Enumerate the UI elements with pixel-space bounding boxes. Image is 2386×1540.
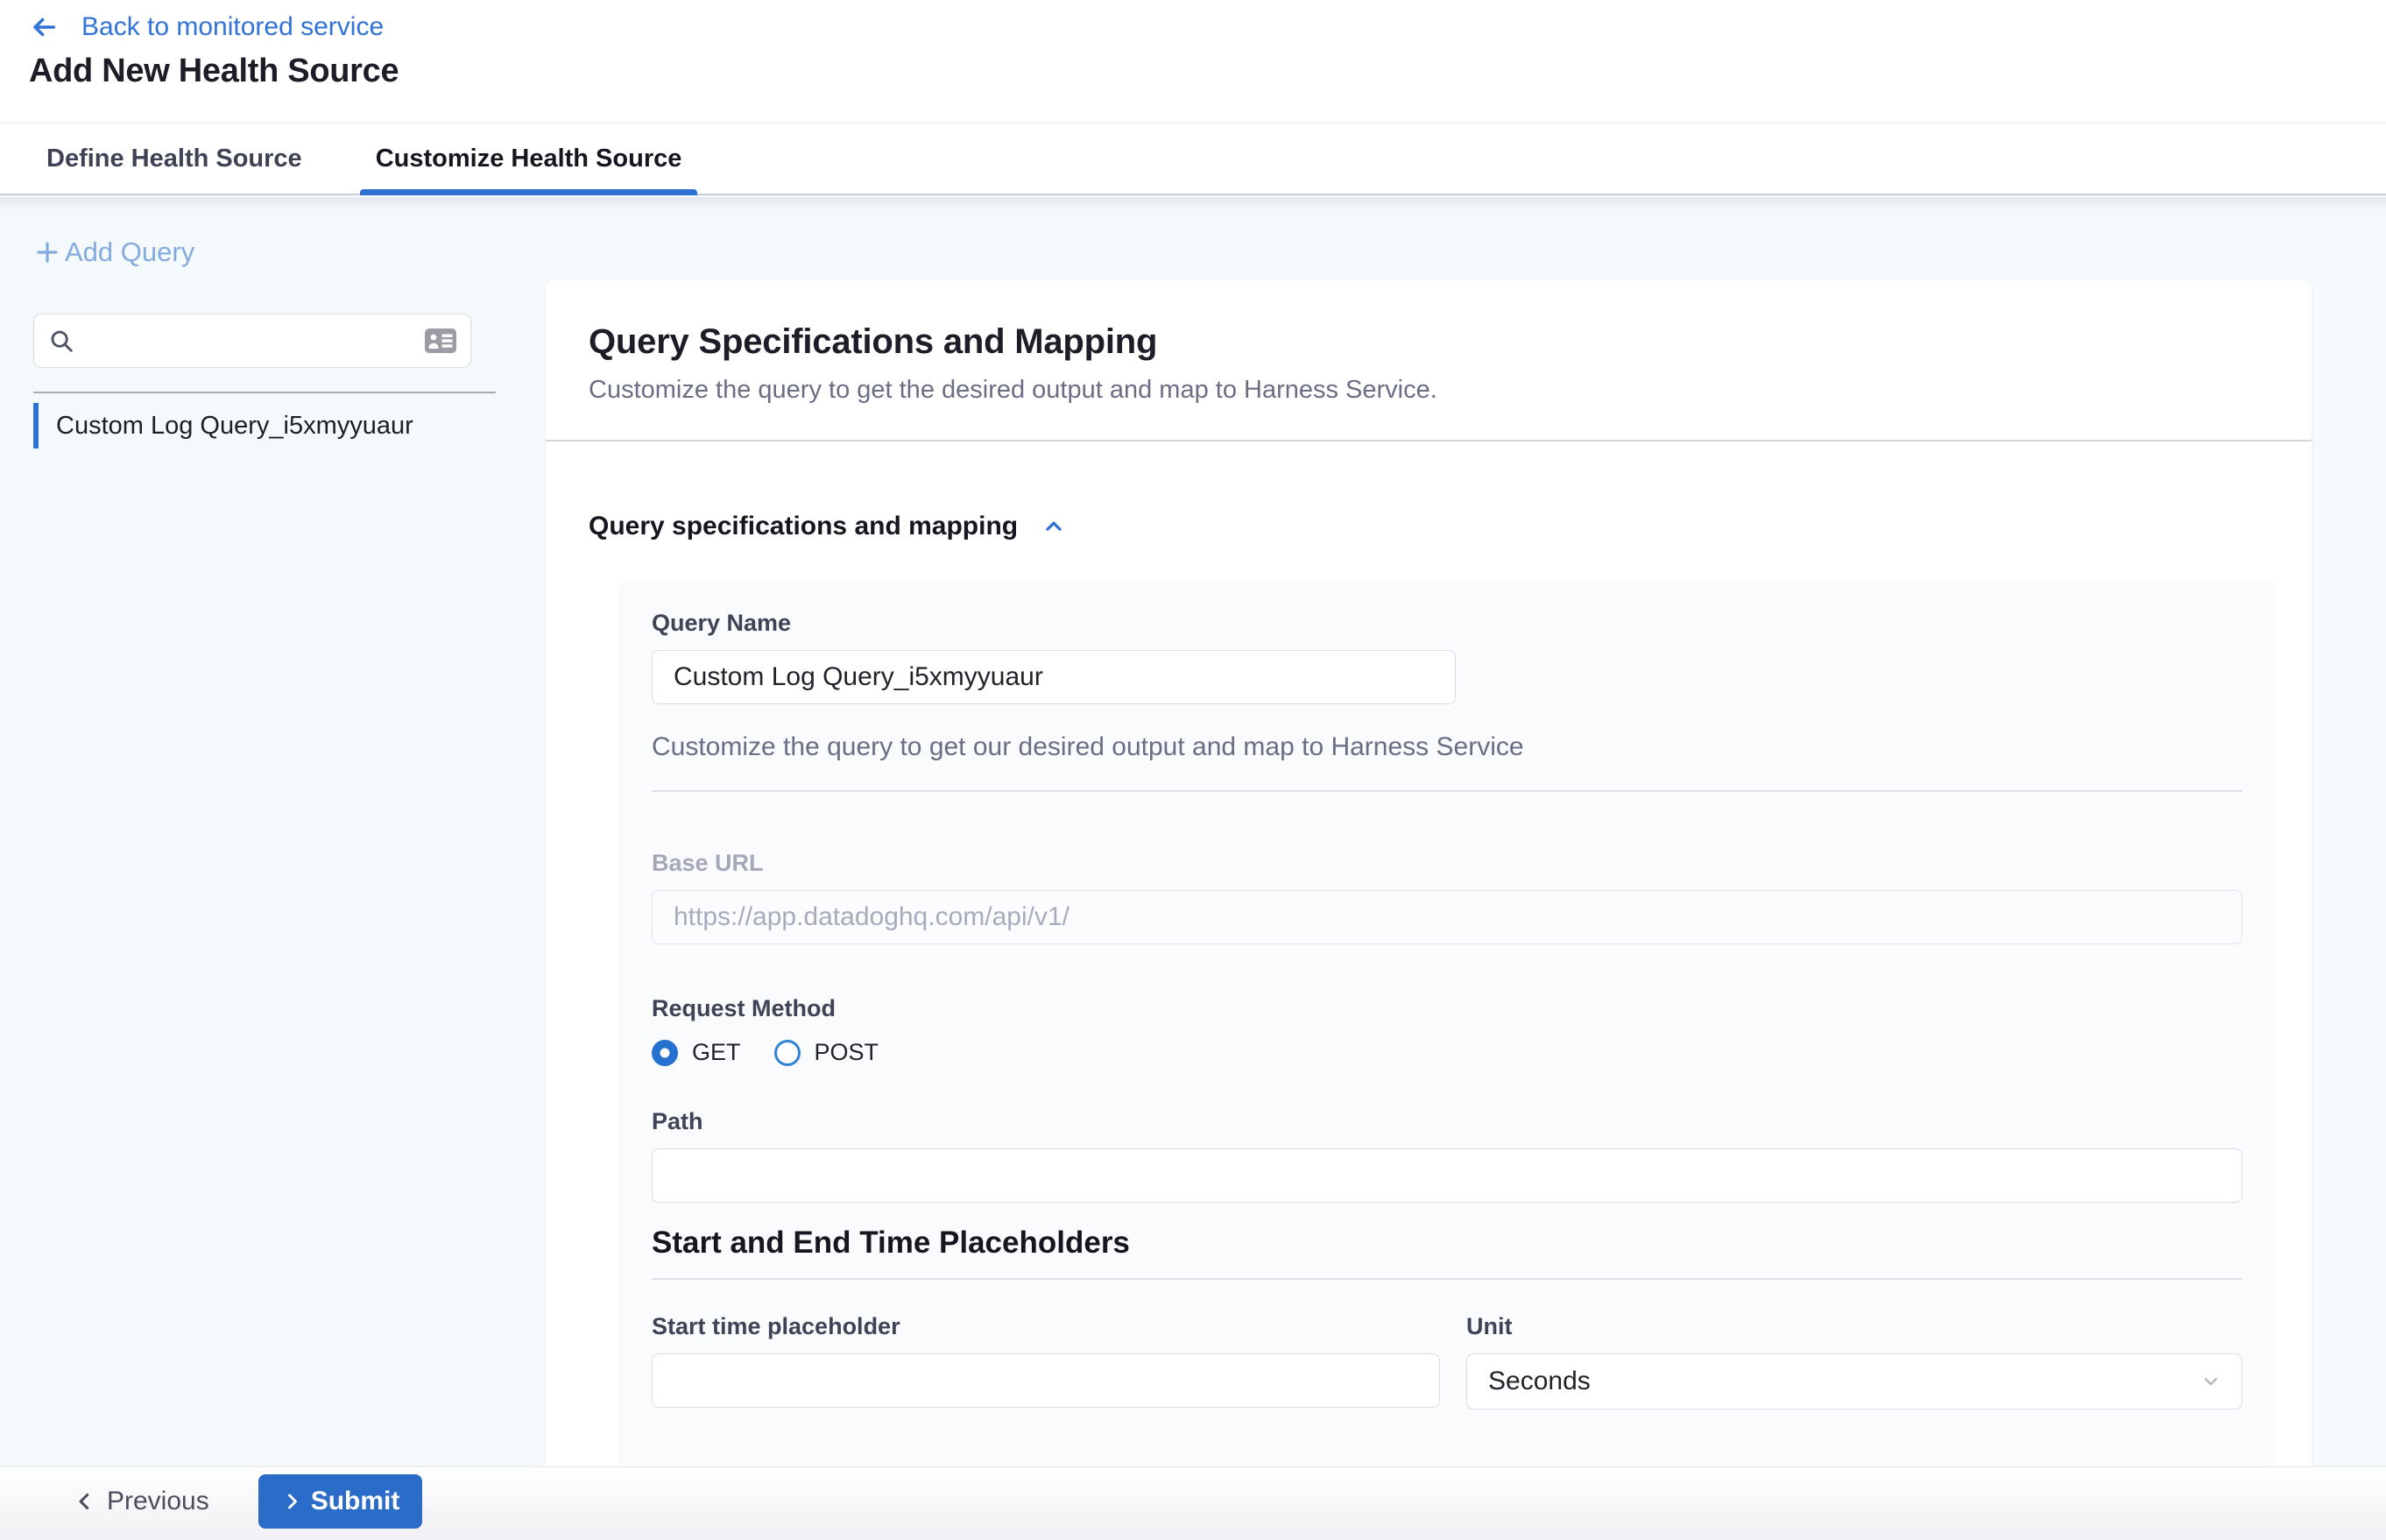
submit-button[interactable]: Submit: [258, 1474, 423, 1529]
start-time-column: Start time placeholder: [652, 1311, 1440, 1409]
sidebar-divider: [33, 392, 496, 393]
card-header-divider: [546, 440, 2312, 442]
base-url-input[interactable]: [652, 890, 2242, 944]
back-link[interactable]: Back to monitored service: [29, 12, 384, 42]
query-name-input[interactable]: [652, 650, 1456, 704]
unit-column: Unit Seconds: [1466, 1311, 2242, 1409]
chevron-left-icon: [74, 1488, 96, 1515]
unit-select-value: Seconds: [1488, 1367, 1591, 1396]
path-input[interactable]: [652, 1148, 2242, 1203]
tab-define-health-source[interactable]: Define Health Source: [31, 124, 318, 194]
footer-bar: Previous Submit: [0, 1466, 2386, 1540]
chevron-right-icon: [281, 1489, 302, 1514]
selected-indicator-bar: [33, 403, 39, 449]
form-divider: [652, 790, 2242, 792]
previous-label: Previous: [107, 1487, 209, 1516]
radio-get[interactable]: GET: [652, 1039, 741, 1066]
time-placeholder-row: Start time placeholder Unit Seconds: [652, 1311, 2242, 1409]
tab-label: Customize Health Source: [376, 145, 682, 173]
query-name-helper: Customize the query to get our desired o…: [652, 732, 2242, 762]
contact-card-icon: [425, 328, 456, 353]
request-method-label: Request Method: [652, 993, 2242, 1023]
unit-label: Unit: [1466, 1311, 2242, 1341]
query-search-box: [33, 314, 471, 368]
tab-bar: Define Health Source Customize Health So…: [0, 124, 2386, 195]
query-list-item[interactable]: Custom Log Query_i5xmyyuaur: [33, 403, 511, 449]
page-title: Add New Health Source: [29, 53, 399, 90]
query-spec-card: Query Specifications and Mapping Customi…: [546, 280, 2312, 1540]
collapse-section-button[interactable]: [1041, 515, 1067, 538]
unit-select[interactable]: Seconds: [1466, 1353, 2242, 1409]
section-title: Query specifications and mapping: [589, 512, 1018, 541]
previous-button[interactable]: Previous: [74, 1487, 209, 1516]
radio-post-label: POST: [815, 1039, 879, 1066]
query-name-label: Query Name: [652, 608, 2242, 638]
tab-customize-health-source[interactable]: Customize Health Source: [360, 124, 698, 194]
start-time-input[interactable]: [652, 1353, 1440, 1408]
page-header: Back to monitored service Add New Health…: [0, 0, 2386, 124]
query-search-input[interactable]: [85, 327, 414, 355]
arrow-left-icon: [29, 12, 59, 42]
radio-unselected-icon: [774, 1040, 801, 1066]
path-label: Path: [652, 1106, 2242, 1136]
active-tab-underline: [360, 189, 698, 195]
base-url-label: Base URL: [652, 848, 2242, 878]
add-query-button[interactable]: Add Query: [33, 237, 194, 268]
tabbar-shadow: [0, 197, 2386, 211]
search-icon: [48, 328, 74, 354]
card-title: Query Specifications and Mapping: [589, 322, 2270, 362]
time-section-divider: [652, 1278, 2242, 1280]
card-subtitle: Customize the query to get the desired o…: [589, 376, 2270, 405]
start-time-label: Start time placeholder: [652, 1311, 1440, 1341]
radio-get-label: GET: [692, 1039, 741, 1066]
back-link-label: Back to monitored service: [81, 12, 384, 42]
section-heading-row: Query specifications and mapping: [589, 512, 2312, 541]
add-query-label: Add Query: [65, 237, 194, 268]
query-form-panel: Query Name Customize the query to get ou…: [618, 580, 2276, 1540]
time-placeholders-heading: Start and End Time Placeholders: [652, 1226, 2242, 1261]
chevron-up-icon: [1041, 515, 1067, 538]
tab-label: Define Health Source: [46, 145, 302, 173]
chevron-down-icon: [2199, 1370, 2222, 1393]
radio-post[interactable]: POST: [774, 1039, 879, 1066]
query-item-label: Custom Log Query_i5xmyyuaur: [56, 412, 413, 441]
plus-icon: [33, 238, 61, 266]
request-method-radio-group: GET POST: [652, 1039, 2242, 1066]
radio-selected-icon: [652, 1040, 678, 1066]
card-header: Query Specifications and Mapping Customi…: [546, 280, 2312, 405]
submit-label: Submit: [311, 1487, 400, 1516]
